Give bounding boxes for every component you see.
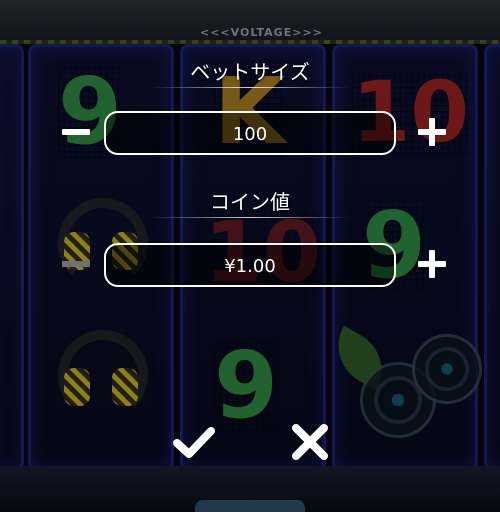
cancel-button[interactable] (288, 420, 332, 464)
coin-value-value-field: ¥1.00 (104, 243, 396, 287)
coin-value-divider (150, 217, 350, 218)
coin-value-increase-button[interactable] (414, 246, 450, 282)
bet-size-increase-button[interactable] (414, 114, 450, 150)
bet-size-label: ベットサイズ (190, 60, 310, 84)
bet-size-decrease-button[interactable] (58, 114, 94, 150)
minus-icon (62, 261, 90, 267)
close-icon (292, 424, 328, 460)
bet-size-value-field: 100 (104, 111, 396, 155)
bet-size-divider (150, 87, 350, 88)
coin-value-decrease-button[interactable] (58, 246, 94, 282)
confirm-button[interactable] (172, 420, 216, 464)
coin-value-label: コイン値 (210, 190, 290, 214)
minus-icon (62, 129, 90, 135)
check-icon (173, 427, 215, 458)
